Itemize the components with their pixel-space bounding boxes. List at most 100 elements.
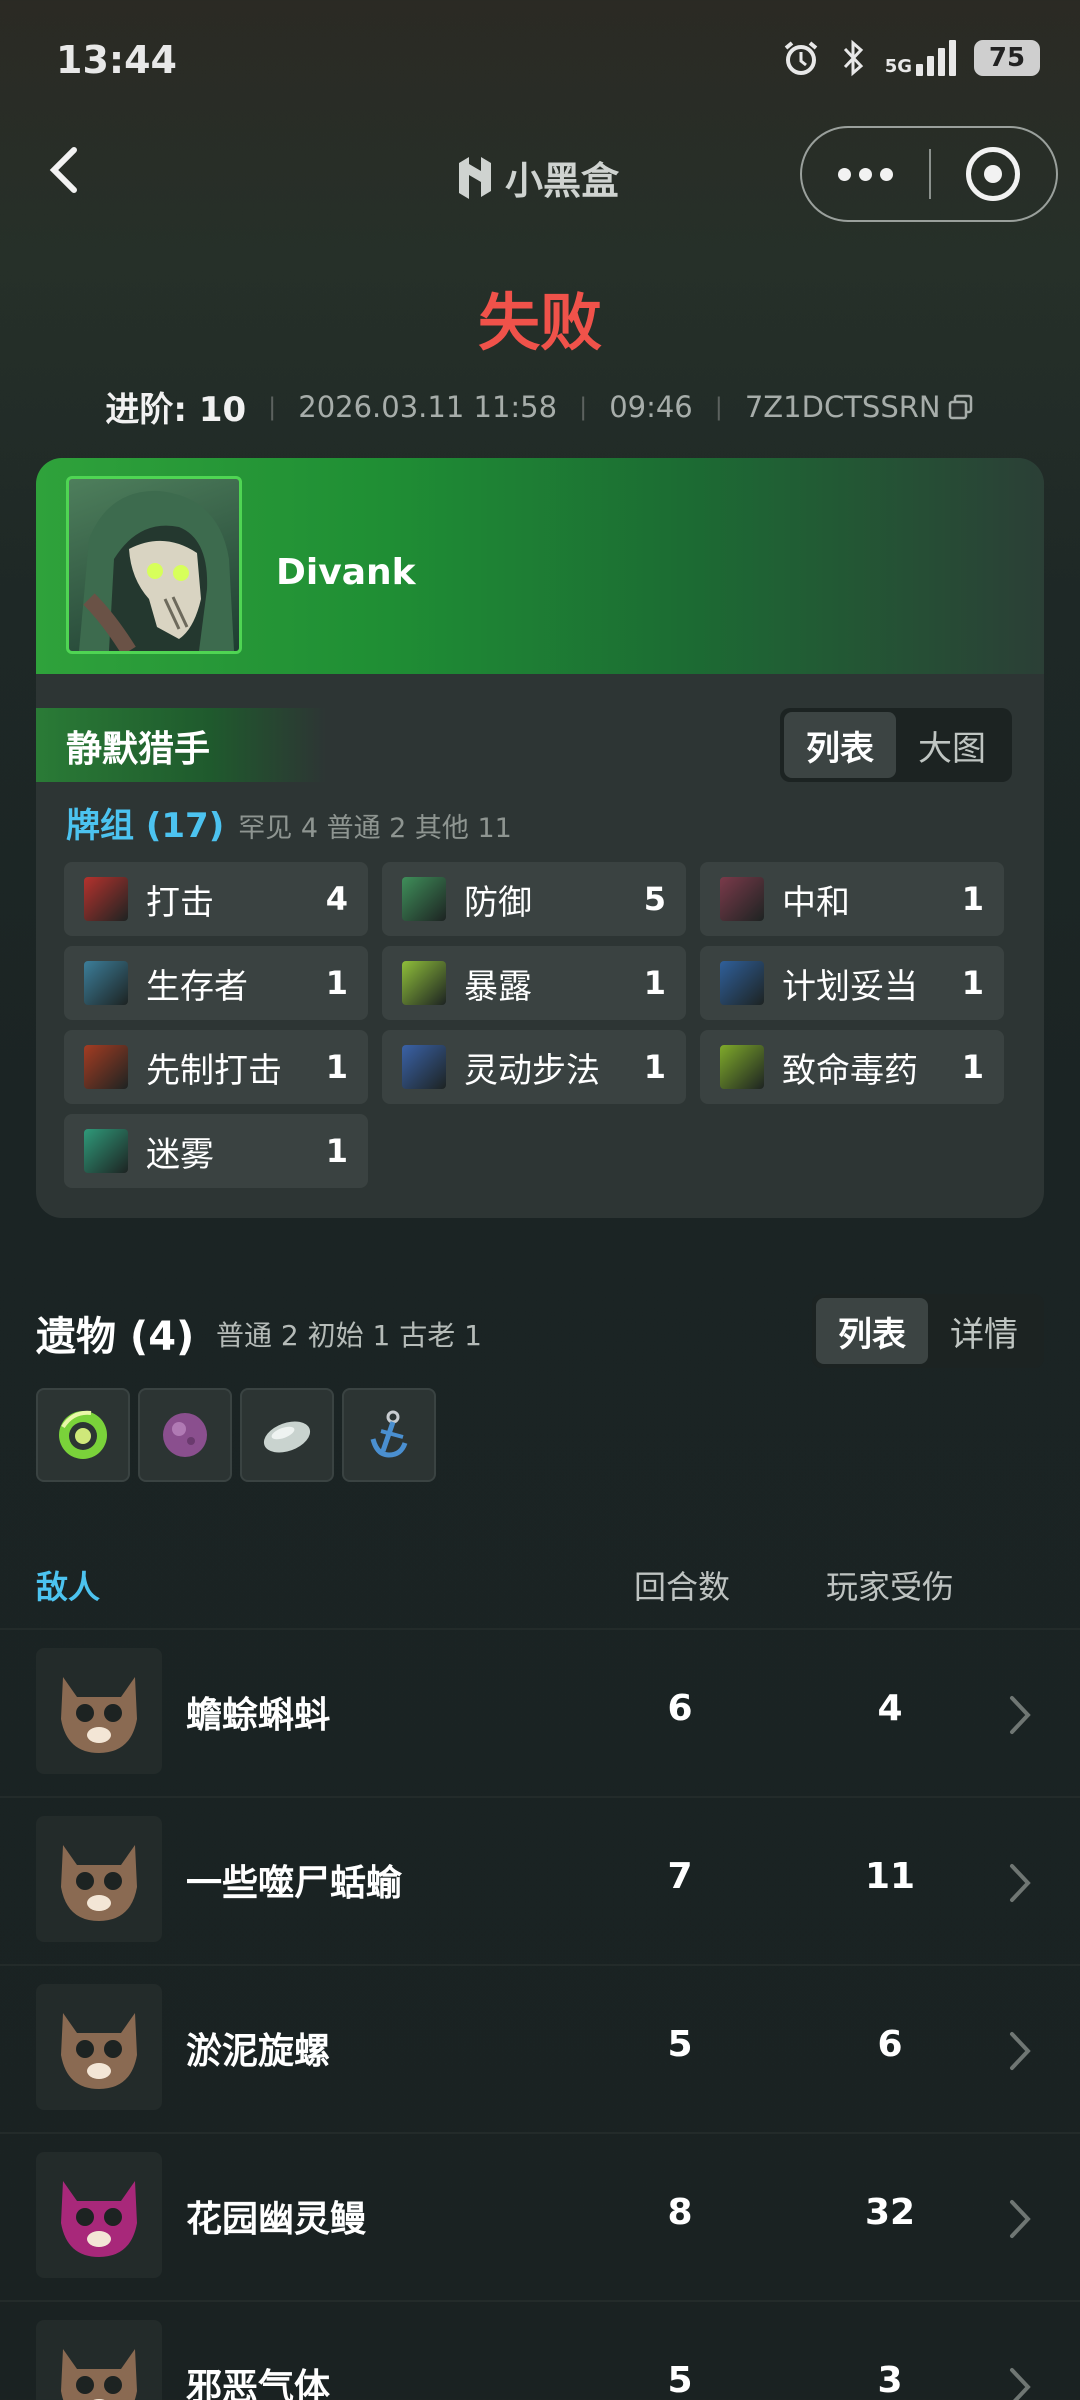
run-result: 失败: [477, 286, 602, 359]
relic-item[interactable]: [36, 1388, 130, 1482]
deck-card-count: 1: [961, 964, 984, 1002]
deck-card-count: 1: [325, 964, 348, 1002]
deck-card-row[interactable]: 计划妥当 1: [700, 946, 1004, 1020]
relic-item[interactable]: [240, 1388, 334, 1482]
relic-item[interactable]: [342, 1388, 436, 1482]
anchor-relic-icon: [370, 1410, 408, 1458]
deck-card-row[interactable]: 打击 4: [64, 862, 368, 936]
status-icons: 5G 75: [781, 38, 1040, 78]
deck-header: 牌组 (17) 罕见 4 普通 2 其他 11: [66, 798, 512, 847]
deck-card-list: 打击 4 防御 5 中和 1 生存者 1 暴露 1 计划妥当 1 先制打击 1 灵动步法 1 致命毒药 1 迷雾 1: [64, 862, 1016, 1188]
deck-card-count: 1: [961, 1048, 984, 1086]
bluetooth-icon: [843, 39, 863, 77]
relic-view-detail-tab[interactable]: 详情: [928, 1298, 1040, 1364]
deck-view-grid-tab[interactable]: 大图: [896, 712, 1008, 778]
well-laid-plans-card-icon: [720, 961, 764, 1005]
relic-item[interactable]: [138, 1388, 232, 1482]
expose-card-icon: [402, 961, 446, 1005]
deck-card-name: 生存者: [146, 966, 248, 1007]
relic-list: [36, 1388, 436, 1482]
chevron-right-icon[interactable]: [1000, 2194, 1040, 2244]
ring-of-snake-relic-icon: [59, 1410, 107, 1459]
character-class: 静默猎手: [66, 729, 211, 770]
more-button[interactable]: [802, 128, 929, 220]
heybox-logo-icon: [459, 156, 491, 199]
enemy-row[interactable]: 淤泥旋螺 5 6: [0, 1964, 1080, 2132]
enemy-rounds: 7: [667, 1856, 693, 1897]
deck-card-row[interactable]: 生存者 1: [64, 946, 368, 1020]
enemy-damage: 3: [877, 2360, 903, 2400]
enemy-name: 一些噬尸蛞蝓: [186, 1863, 403, 1904]
hero-banner: Divank: [36, 458, 1044, 674]
neutralize-card-icon: [720, 877, 764, 921]
enemy-damage: 32: [864, 2192, 916, 2233]
deck-card-row[interactable]: 灵动步法 1: [382, 1030, 686, 1104]
enemy-rounds: 5: [667, 2024, 693, 2065]
target-icon: [966, 147, 1021, 201]
deck-card-count: 1: [643, 1048, 666, 1086]
chevron-right-icon[interactable]: [1000, 1690, 1040, 1740]
battery-icon: 75: [974, 40, 1040, 76]
orb-relic-icon: [163, 1413, 207, 1457]
deck-card-name: 暴露: [464, 966, 532, 1007]
status-time: 13:44: [56, 38, 177, 82]
player-name: Divank: [276, 552, 416, 593]
run-meta: 进阶: 10 | 2026.03.11 11:58 | 09:46 | 7Z1D…: [0, 382, 1080, 431]
character-card: Divank 静默猎手 列表 大图 牌组 (17) 罕见 4 普通 2 其他 1…: [36, 458, 1044, 1218]
deck-card-count: 4: [325, 880, 348, 918]
deck-card-name: 打击: [146, 882, 214, 923]
deck-card-row[interactable]: 先制打击 1: [64, 1030, 368, 1104]
alarm-icon: [784, 41, 817, 75]
chevron-right-icon[interactable]: [1000, 1858, 1040, 1908]
enemy-column-damage: 玩家受伤: [826, 1568, 955, 1606]
monster-face-icon: [36, 1984, 162, 2110]
deck-card-row[interactable]: 迷雾 1: [64, 1114, 368, 1188]
enemy-name: 花园幽灵鳗: [186, 2199, 367, 2240]
deck-card-row[interactable]: 中和 1: [700, 862, 1004, 936]
enemy-row[interactable]: 邪恶气体 5 3: [0, 2300, 1080, 2400]
seed-copy[interactable]: 7Z1DCTSSRN: [745, 390, 975, 424]
deck-card-name: 计划妥当: [782, 966, 918, 1007]
enemy-row[interactable]: 蟾蜍蝌蚪 6 4: [0, 1628, 1080, 1796]
character-portrait[interactable]: [66, 476, 242, 654]
meta-separator: |: [268, 392, 277, 421]
deck-card-row[interactable]: 防御 5: [382, 862, 686, 936]
brand-logo: 小黑盒: [455, 150, 619, 205]
relic-view-list-tab[interactable]: 列表: [816, 1298, 928, 1364]
enemy-damage: 4: [877, 1688, 903, 1729]
preemptive-strike-card-icon: [84, 1045, 128, 1089]
deck-card-name: 中和: [782, 882, 850, 923]
chevron-right-icon[interactable]: [1000, 2026, 1040, 2076]
copy-icon[interactable]: [947, 393, 975, 421]
deck-card-row[interactable]: 致命毒药 1: [700, 1030, 1004, 1104]
silent-portrait-icon: [79, 490, 234, 651]
relic-view-toggle: 列表 详情: [812, 1294, 1044, 1368]
chevron-right-icon[interactable]: [1000, 2362, 1040, 2400]
enemy-row[interactable]: 一些噬尸蛞蝓 7 11: [0, 1796, 1080, 1964]
enemy-damage: 6: [877, 2024, 903, 2065]
enemy-name: 蟾蜍蝌蚪: [186, 1695, 331, 1736]
relics-stats: 普通 2 初始 1 古老 1: [216, 1319, 482, 1352]
fog-card-icon: [84, 1129, 128, 1173]
deck-rarity-stats: 罕见 4 普通 2 其他 11: [238, 813, 512, 844]
deck-card-count: 1: [961, 880, 984, 918]
signal-icon: 5G: [885, 40, 956, 76]
deck-card-row[interactable]: 暴露 1: [382, 946, 686, 1020]
enemy-column-name: 敌人: [36, 1568, 101, 1606]
deck-card-name: 迷雾: [146, 1134, 214, 1175]
ascension-level: 进阶: 10: [105, 390, 247, 430]
meta-separator: |: [579, 392, 588, 421]
deck-view-list-tab[interactable]: 列表: [784, 712, 896, 778]
run-datetime: 2026.03.11 11:58: [298, 389, 558, 424]
back-icon[interactable]: [36, 140, 96, 200]
survivor-card-icon: [84, 961, 128, 1005]
enemy-row[interactable]: 花园幽灵鳗 8 32: [0, 2132, 1080, 2300]
deadly-poison-card-icon: [720, 1045, 764, 1089]
defend-card-icon: [402, 877, 446, 921]
deck-card-count: 1: [325, 1048, 348, 1086]
enemy-table-header: 敌人 回合数 玩家受伤: [36, 1562, 1044, 1612]
close-miniprogram-button[interactable]: [931, 128, 1056, 220]
network-type: 5G: [884, 56, 912, 77]
deck-card-name: 先制打击: [146, 1050, 282, 1091]
enemy-rounds: 8: [667, 2192, 693, 2233]
